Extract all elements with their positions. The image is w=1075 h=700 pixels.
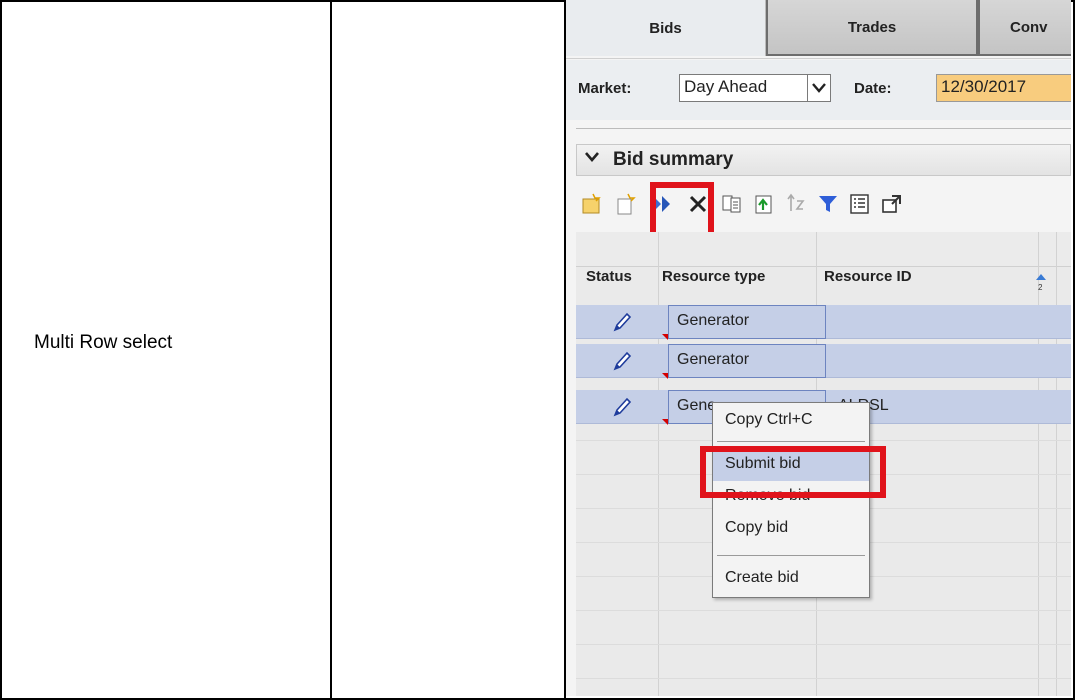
- tab-conv-label: Conv: [1010, 18, 1048, 36]
- label-cell: Multi Row select: [0, 0, 332, 700]
- new-bid-copy-icon[interactable]: [614, 192, 638, 216]
- column-chooser-icon[interactable]: [848, 192, 872, 216]
- upload-icon[interactable]: [752, 192, 776, 216]
- table-row[interactable]: Generator: [576, 344, 1071, 379]
- menu-item-copy-bid[interactable]: Copy bid: [713, 515, 869, 545]
- pencil-icon: [612, 396, 632, 418]
- grid-subheader: [576, 232, 1071, 267]
- date-field[interactable]: 12/30/2017: [936, 74, 1071, 102]
- date-label: Date:: [854, 80, 892, 97]
- sort-icon[interactable]: [784, 192, 808, 216]
- market-value: Day Ahead: [684, 77, 768, 96]
- collapse-chevron-icon[interactable]: [585, 147, 599, 168]
- menu-separator: [717, 441, 865, 442]
- new-bid-icon[interactable]: [580, 192, 604, 216]
- grid-line: [1038, 232, 1039, 696]
- market-select[interactable]: Day Ahead: [679, 74, 831, 102]
- chevron-down-icon[interactable]: [807, 75, 830, 101]
- pencil-icon: [612, 311, 632, 333]
- bid-summary-header[interactable]: Bid summary: [576, 144, 1071, 176]
- cell-resource-type[interactable]: Generator: [668, 344, 826, 378]
- tab-conv[interactable]: Conv: [978, 0, 1071, 56]
- sort-ascending-icon[interactable]: 2: [1034, 272, 1048, 297]
- grid-line: [1056, 232, 1057, 696]
- tab-bids[interactable]: Bids: [566, 0, 766, 56]
- pencil-icon: [612, 350, 632, 372]
- tab-trades[interactable]: Trades: [766, 0, 978, 56]
- grid-line: [658, 232, 659, 696]
- pane-divider: [576, 128, 1071, 129]
- column-header-resource-id[interactable]: Resource ID: [824, 268, 912, 285]
- empty-cell: [330, 0, 566, 700]
- grid-line: [576, 610, 1071, 611]
- svg-text:2: 2: [1038, 283, 1043, 292]
- grid-line: [576, 644, 1071, 645]
- copy-icon[interactable]: [720, 192, 744, 216]
- tab-bar: Bids Trades Conv: [566, 0, 1071, 60]
- menu-item-copy[interactable]: Copy Ctrl+C: [713, 407, 869, 437]
- table-row[interactable]: Generator: [576, 305, 1071, 340]
- popout-icon[interactable]: [880, 192, 904, 216]
- menu-separator: [717, 555, 865, 556]
- menu-item-create-bid[interactable]: Create bid: [713, 565, 869, 595]
- context-menu: Copy Ctrl+C Submit bid Remove bid Copy b…: [712, 402, 870, 598]
- grid-line: [576, 678, 1071, 679]
- row-label: Multi Row select: [34, 332, 173, 353]
- market-label: Market:: [578, 80, 632, 97]
- cell-resource-type[interactable]: Generator: [668, 305, 826, 339]
- tab-trades-label: Trades: [847, 18, 897, 36]
- submit-bid-highlight-box: [700, 446, 886, 498]
- bid-summary-title: Bid summary: [613, 149, 734, 170]
- column-header-resource-type[interactable]: Resource type: [662, 268, 765, 285]
- tab-bids-label: Bids: [649, 19, 682, 37]
- filter-icon[interactable]: [816, 192, 840, 216]
- column-header-status[interactable]: Status: [586, 268, 632, 285]
- tab-divider: [566, 58, 1071, 59]
